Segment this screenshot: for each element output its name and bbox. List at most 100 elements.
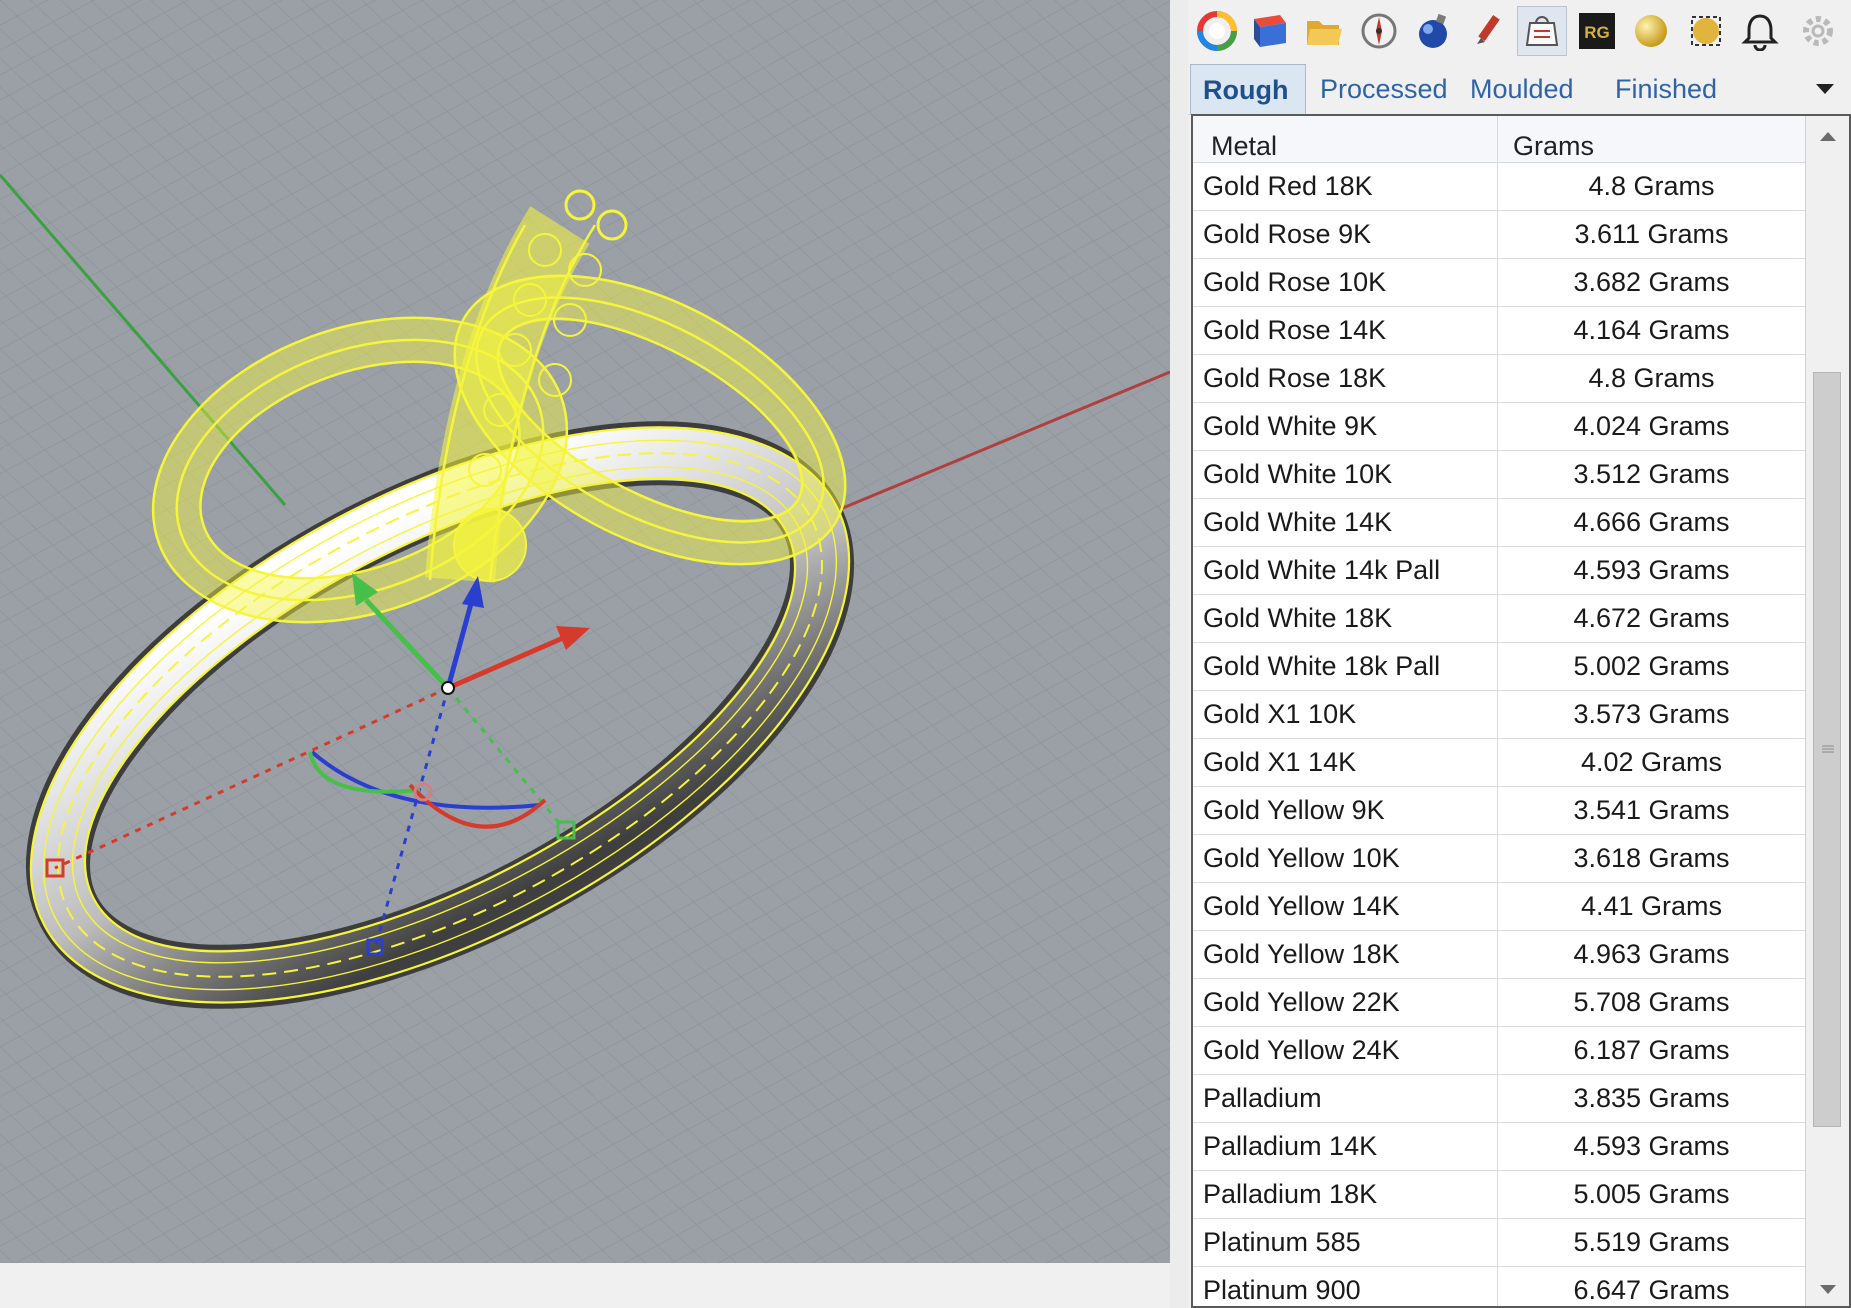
tab-processed[interactable]: Processed [1308,64,1453,114]
cell-metal: Gold Yellow 9K [1193,787,1498,834]
column-header-grams[interactable]: Grams [1498,116,1805,162]
table-row[interactable]: Gold White 14k Pall 4.593 Grams [1193,547,1805,595]
table-row[interactable]: Palladium 3.835 Grams [1193,1075,1805,1123]
table-row[interactable]: Gold White 10K 3.512 Grams [1193,451,1805,499]
weight-tabs: Rough Processed Moulded Finished [1188,64,1851,115]
scrollbar-thumb[interactable] [1813,372,1841,1127]
cell-metal: Gold White 9K [1193,403,1498,450]
panel-splitter[interactable] [1170,0,1188,1308]
cell-grams: 5.708 Grams [1573,987,1730,1017]
tab-finished[interactable]: Finished [1603,64,1733,114]
cell-grams: 3.512 Grams [1573,459,1730,489]
scroll-down-arrow-icon[interactable] [1806,1270,1849,1306]
gold-sphere-icon[interactable] [1626,6,1676,56]
table-row[interactable]: Palladium 18K 5.005 Grams [1193,1171,1805,1219]
cell-grams: 4.024 Grams [1573,411,1730,441]
cell-metal: Gold White 18K [1193,595,1498,642]
cell-grams: 4.963 Grams [1573,939,1730,969]
cell-metal: Gold Rose 18K [1193,355,1498,402]
cell-grams: 4.8 Grams [1588,171,1715,201]
cell-metal: Gold White 18k Pall [1193,643,1498,690]
table-row[interactable]: Gold White 18K 4.672 Grams [1193,595,1805,643]
cell-grams: 5.519 Grams [1573,1227,1730,1257]
table-body: Gold Red 18K 4.8 Grams Gold Rose 9K 3.611 G… [1193,163,1805,1306]
cell-grams: 4.164 Grams [1573,315,1730,345]
cell-metal: Platinum 900 [1193,1267,1498,1306]
vertical-scrollbar[interactable] [1805,116,1849,1306]
cell-metal: Palladium 18K [1193,1171,1498,1218]
cell-metal: Gold Yellow 18K [1193,931,1498,978]
gem-ball-icon[interactable] [1408,6,1458,56]
cell-grams: 6.187 Grams [1573,1035,1730,1065]
cell-grams: 4.672 Grams [1573,603,1730,633]
table-row[interactable]: Gold Rose 18K 4.8 Grams [1193,355,1805,403]
open-folder-icon[interactable] [1299,6,1349,56]
cell-metal: Gold Rose 9K [1193,211,1498,258]
svg-text:RG: RG [1584,23,1610,42]
cell-metal: Palladium 14K [1193,1123,1498,1170]
table-row[interactable]: Palladium 14K 4.593 Grams [1193,1123,1805,1171]
table-row[interactable]: Gold Yellow 9K 3.541 Grams [1193,787,1805,835]
cell-grams: 3.618 Grams [1573,843,1730,873]
cell-metal: Gold X1 10K [1193,691,1498,738]
table-row[interactable]: Gold X1 10K 3.573 Grams [1193,691,1805,739]
compass-icon[interactable] [1354,6,1404,56]
cell-metal: Platinum 585 [1193,1219,1498,1266]
perspective-viewport[interactable] [0,0,1170,1263]
cell-metal: Gold Red 18K [1193,163,1498,210]
table-row[interactable]: Gold Yellow 18K 4.963 Grams [1193,931,1805,979]
material-box-icon[interactable] [1245,6,1295,56]
scroll-grip-icon [1822,745,1834,753]
table-row[interactable]: Gold Red 18K 4.8 Grams [1193,163,1805,211]
table-row[interactable]: Gold White 9K 4.024 Grams [1193,403,1805,451]
metal-weight-table: Metal Grams Gold Red 18K 4.8 Grams Gold Ro… [1191,114,1851,1308]
viewport-canvas[interactable] [0,0,1170,1263]
cell-grams: 3.573 Grams [1573,699,1730,729]
table-row[interactable]: Gold Rose 10K 3.682 Grams [1193,259,1805,307]
settings-icon[interactable] [1793,6,1843,56]
weight-panel: RG Rough Processed Moulded Finished Meta… [1188,0,1851,1308]
cell-metal: Gold White 14k Pall [1193,547,1498,594]
cell-grams: 6.647 Grams [1573,1275,1730,1305]
cell-metal: Gold Yellow 22K [1193,979,1498,1026]
cell-grams: 5.005 Grams [1573,1179,1730,1209]
table-row[interactable]: Gold White 18k Pall 5.002 Grams [1193,643,1805,691]
table-row[interactable]: Platinum 585 5.519 Grams [1193,1219,1805,1267]
cell-metal: Gold White 10K [1193,451,1498,498]
table-row[interactable]: Gold X1 14K 4.02 Grams [1193,739,1805,787]
table-row[interactable]: Gold Rose 14K 4.164 Grams [1193,307,1805,355]
cell-grams: 3.611 Grams [1574,219,1729,249]
cell-grams: 4.41 Grams [1580,891,1723,921]
weight-icon[interactable] [1517,6,1567,56]
cell-grams: 4.02 Grams [1580,747,1723,777]
table-row[interactable]: Gold Yellow 24K 6.187 Grams [1193,1027,1805,1075]
cell-metal: Gold Rose 10K [1193,259,1498,306]
tabs-dropdown-icon[interactable] [1813,76,1837,100]
viewport-status-strip [0,1263,1170,1308]
table-row[interactable]: Gold Yellow 10K 3.618 Grams [1193,835,1805,883]
gold-cube-icon[interactable] [1681,6,1731,56]
bell-icon[interactable] [1735,6,1785,56]
scroll-up-arrow-icon[interactable] [1806,116,1849,156]
cell-metal: Gold Rose 14K [1193,307,1498,354]
cell-grams: 3.682 Grams [1573,267,1730,297]
cell-grams: 3.541 Grams [1573,795,1730,825]
pen-brush-icon[interactable] [1463,6,1513,56]
cell-grams: 4.593 Grams [1573,1131,1730,1161]
column-header-metal[interactable]: Metal [1193,116,1498,162]
table-row[interactable]: Gold White 14K 4.666 Grams [1193,499,1805,547]
cell-grams: 3.835 Grams [1573,1083,1730,1113]
cell-grams: 5.002 Grams [1573,651,1730,681]
table-row[interactable]: Gold Yellow 14K 4.41 Grams [1193,883,1805,931]
color-wheel-icon[interactable] [1192,6,1242,56]
table-row[interactable]: Gold Rose 9K 3.611 Grams [1193,211,1805,259]
tab-moulded[interactable]: Moulded [1458,64,1598,114]
table-header: Metal Grams [1193,116,1805,163]
rg-logo-icon[interactable]: RG [1572,6,1622,56]
cell-metal: Gold Yellow 14K [1193,883,1498,930]
table-row[interactable]: Gold Yellow 22K 5.708 Grams [1193,979,1805,1027]
table-row[interactable]: Platinum 900 6.647 Grams [1193,1267,1805,1306]
cell-metal: Gold Yellow 24K [1193,1027,1498,1074]
cell-metal: Gold White 14K [1193,499,1498,546]
tab-rough[interactable]: Rough [1190,64,1306,114]
